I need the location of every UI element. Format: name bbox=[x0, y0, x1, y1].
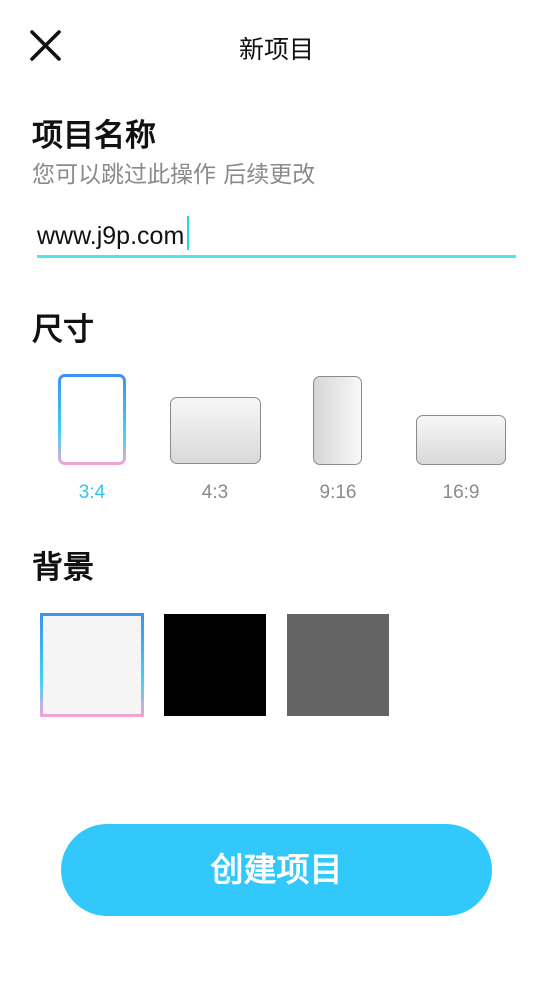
project-name-hint: 您可以跳过此操作 后续更改 bbox=[32, 162, 316, 188]
size-option-9-16[interactable]: 9:16 bbox=[298, 370, 378, 510]
create-project-button[interactable]: 创建项目 bbox=[61, 824, 492, 916]
background-swatch-light[interactable] bbox=[40, 613, 144, 717]
project-name-heading: 项目名称 bbox=[32, 118, 156, 154]
size-option-3-4[interactable]: 3:4 bbox=[52, 370, 132, 510]
size-label-4-3: 4:3 bbox=[201, 482, 229, 503]
landscape-16-9-shape bbox=[416, 415, 506, 465]
project-name-value[interactable]: www.j9p.com bbox=[37, 216, 190, 251]
size-option-16-9[interactable]: 16:9 bbox=[416, 370, 506, 510]
landscape-4-3-shape bbox=[170, 397, 261, 464]
portrait-3-4-shape bbox=[58, 374, 126, 465]
top-bar: 新项目 bbox=[0, 0, 553, 92]
size-label-16-9: 16:9 bbox=[442, 482, 480, 503]
text-caret bbox=[187, 216, 190, 250]
size-heading: 尺寸 bbox=[32, 312, 94, 348]
background-swatch-black[interactable] bbox=[164, 614, 266, 716]
page-title: 新项目 bbox=[238, 35, 314, 64]
size-label-3-4: 3:4 bbox=[78, 482, 106, 503]
background-heading: 背景 bbox=[32, 550, 94, 586]
size-option-4-3[interactable]: 4:3 bbox=[169, 370, 261, 510]
size-label-9-16: 9:16 bbox=[319, 482, 357, 503]
project-name-input[interactable]: www.j9p.com bbox=[37, 210, 516, 258]
background-swatch-gray[interactable] bbox=[287, 614, 389, 716]
portrait-9-16-shape bbox=[313, 376, 362, 465]
